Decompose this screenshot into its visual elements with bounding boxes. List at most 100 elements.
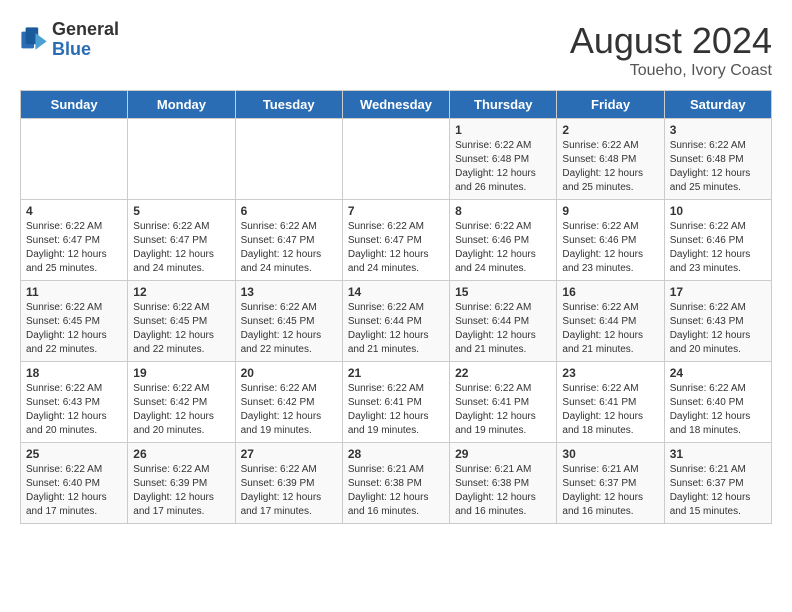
- day-header-tuesday: Tuesday: [235, 91, 342, 119]
- calendar-table: SundayMondayTuesdayWednesdayThursdayFrid…: [20, 90, 772, 524]
- calendar-cell: 9Sunrise: 6:22 AM Sunset: 6:46 PM Daylig…: [557, 200, 664, 281]
- calendar-cell: 26 Sunrise: 6:22 AM Sunset: 6:39 PM Dayli…: [128, 443, 235, 524]
- calendar-cell: 15 Sunrise: 6:22 AM Sunset: 6:44 PM Dayli…: [450, 281, 557, 362]
- day-info: Sunrise: 6:22 AM Sunset: 6:40 PM Dayligh…: [670, 382, 766, 438]
- day-info: Sunrise: 6:22 AM Sunset: 6:39 PM Dayligh…: [133, 463, 229, 519]
- day-header-thursday: Thursday: [450, 91, 557, 119]
- day-info: Sunrise: 6:22 AM Sunset: 6:44 PM Dayligh…: [562, 301, 658, 357]
- page-header: General Blue August 2024 Toueho, Ivory C…: [20, 20, 772, 80]
- day-number: 4: [26, 204, 122, 218]
- calendar-cell: [128, 119, 235, 200]
- day-number: 13: [241, 285, 337, 299]
- logo-icon: [20, 26, 48, 54]
- day-number: 18: [26, 366, 122, 380]
- day-number: 19: [133, 366, 229, 380]
- day-number: 15: [455, 285, 551, 299]
- day-number: 29: [455, 447, 551, 461]
- day-info: Sunrise: 6:22 AM Sunset: 6:41 PM Dayligh…: [348, 382, 444, 438]
- calendar-cell: 19 Sunrise: 6:22 AM Sunset: 6:42 PM Dayli…: [128, 362, 235, 443]
- day-number: 24: [670, 366, 766, 380]
- day-info: Sunrise: 6:22 AM Sunset: 6:45 PM Dayligh…: [241, 301, 337, 357]
- calendar-cell: 16 Sunrise: 6:22 AM Sunset: 6:44 PM Dayli…: [557, 281, 664, 362]
- day-number: 17: [670, 285, 766, 299]
- day-number: 31: [670, 447, 766, 461]
- calendar-cell: 13 Sunrise: 6:22 AM Sunset: 6:45 PM Dayli…: [235, 281, 342, 362]
- calendar-cell: 17 Sunrise: 6:22 AM Sunset: 6:43 PM Dayli…: [664, 281, 771, 362]
- day-info: Sunrise: 6:22 AM Sunset: 6:39 PM Dayligh…: [241, 463, 337, 519]
- day-info: Sunrise: 6:22 AM Sunset: 6:47 PM Dayligh…: [241, 220, 337, 276]
- calendar-cell: 10Sunrise: 6:22 AM Sunset: 6:46 PM Dayli…: [664, 200, 771, 281]
- day-info: Sunrise: 6:22 AM Sunset: 6:41 PM Dayligh…: [455, 382, 551, 438]
- day-number: 9: [562, 204, 658, 218]
- day-info: Sunrise: 6:21 AM Sunset: 6:38 PM Dayligh…: [455, 463, 551, 519]
- calendar-week-5: 25 Sunrise: 6:22 AM Sunset: 6:40 PM Dayli…: [21, 443, 772, 524]
- calendar-cell: 29 Sunrise: 6:21 AM Sunset: 6:38 PM Dayli…: [450, 443, 557, 524]
- day-info: Sunrise: 6:22 AM Sunset: 6:48 PM Dayligh…: [562, 139, 658, 195]
- day-number: 26: [133, 447, 229, 461]
- day-info: Sunrise: 6:22 AM Sunset: 6:48 PM Dayligh…: [670, 139, 766, 195]
- day-info: Sunrise: 6:22 AM Sunset: 6:43 PM Dayligh…: [26, 382, 122, 438]
- day-number: 12: [133, 285, 229, 299]
- day-number: 6: [241, 204, 337, 218]
- calendar-week-3: 11 Sunrise: 6:22 AM Sunset: 6:45 PM Dayli…: [21, 281, 772, 362]
- day-number: 27: [241, 447, 337, 461]
- calendar-cell: 23Sunrise: 6:22 AM Sunset: 6:41 PM Dayli…: [557, 362, 664, 443]
- day-number: 25: [26, 447, 122, 461]
- calendar-cell: 14 Sunrise: 6:22 AM Sunset: 6:44 PM Dayli…: [342, 281, 449, 362]
- day-number: 1: [455, 123, 551, 137]
- day-info: Sunrise: 6:21 AM Sunset: 6:37 PM Dayligh…: [562, 463, 658, 519]
- day-info: Sunrise: 6:22 AM Sunset: 6:43 PM Dayligh…: [670, 301, 766, 357]
- calendar-cell: 1 Sunrise: 6:22 AM Sunset: 6:48 PM Daylig…: [450, 119, 557, 200]
- header-row: SundayMondayTuesdayWednesdayThursdayFrid…: [21, 91, 772, 119]
- day-header-sunday: Sunday: [21, 91, 128, 119]
- day-info: Sunrise: 6:22 AM Sunset: 6:47 PM Dayligh…: [26, 220, 122, 276]
- calendar-week-1: 1 Sunrise: 6:22 AM Sunset: 6:48 PM Daylig…: [21, 119, 772, 200]
- calendar-cell: 5 Sunrise: 6:22 AM Sunset: 6:47 PM Daylig…: [128, 200, 235, 281]
- day-header-friday: Friday: [557, 91, 664, 119]
- logo-text: General Blue: [52, 20, 119, 60]
- calendar-cell: 12 Sunrise: 6:22 AM Sunset: 6:45 PM Dayli…: [128, 281, 235, 362]
- day-number: 21: [348, 366, 444, 380]
- day-info: Sunrise: 6:22 AM Sunset: 6:45 PM Dayligh…: [26, 301, 122, 357]
- calendar-cell: 30 Sunrise: 6:21 AM Sunset: 6:37 PM Dayli…: [557, 443, 664, 524]
- calendar-cell: [21, 119, 128, 200]
- day-number: 7: [348, 204, 444, 218]
- calendar-cell: 18 Sunrise: 6:22 AM Sunset: 6:43 PM Dayli…: [21, 362, 128, 443]
- day-number: 28: [348, 447, 444, 461]
- day-info: Sunrise: 6:22 AM Sunset: 6:44 PM Dayligh…: [348, 301, 444, 357]
- calendar-cell: 4 Sunrise: 6:22 AM Sunset: 6:47 PM Daylig…: [21, 200, 128, 281]
- calendar-cell: 7 Sunrise: 6:22 AM Sunset: 6:47 PM Daylig…: [342, 200, 449, 281]
- day-number: 14: [348, 285, 444, 299]
- day-info: Sunrise: 6:21 AM Sunset: 6:37 PM Dayligh…: [670, 463, 766, 519]
- day-number: 20: [241, 366, 337, 380]
- day-info: Sunrise: 6:22 AM Sunset: 6:42 PM Dayligh…: [133, 382, 229, 438]
- day-info: Sunrise: 6:22 AM Sunset: 6:47 PM Dayligh…: [133, 220, 229, 276]
- calendar-cell: 31 Sunrise: 6:21 AM Sunset: 6:37 PM Dayli…: [664, 443, 771, 524]
- day-header-monday: Monday: [128, 91, 235, 119]
- calendar-cell: 21 Sunrise: 6:22 AM Sunset: 6:41 PM Dayli…: [342, 362, 449, 443]
- day-number: 23: [562, 366, 658, 380]
- day-number: 11: [26, 285, 122, 299]
- day-number: 5: [133, 204, 229, 218]
- day-number: 30: [562, 447, 658, 461]
- day-info: Sunrise: 6:22 AM Sunset: 6:42 PM Dayligh…: [241, 382, 337, 438]
- day-info: Sunrise: 6:22 AM Sunset: 6:40 PM Dayligh…: [26, 463, 122, 519]
- day-number: 22: [455, 366, 551, 380]
- calendar-cell: 2Sunrise: 6:22 AM Sunset: 6:48 PM Daylig…: [557, 119, 664, 200]
- day-info: Sunrise: 6:22 AM Sunset: 6:45 PM Dayligh…: [133, 301, 229, 357]
- calendar-cell: 22 Sunrise: 6:22 AM Sunset: 6:41 PM Dayli…: [450, 362, 557, 443]
- day-info: Sunrise: 6:22 AM Sunset: 6:44 PM Dayligh…: [455, 301, 551, 357]
- calendar-cell: 8Sunrise: 6:22 AM Sunset: 6:46 PM Daylig…: [450, 200, 557, 281]
- calendar-cell: 11 Sunrise: 6:22 AM Sunset: 6:45 PM Dayli…: [21, 281, 128, 362]
- day-number: 3: [670, 123, 766, 137]
- day-header-saturday: Saturday: [664, 91, 771, 119]
- day-header-wednesday: Wednesday: [342, 91, 449, 119]
- day-info: Sunrise: 6:22 AM Sunset: 6:48 PM Dayligh…: [455, 139, 551, 195]
- calendar-cell: [342, 119, 449, 200]
- calendar-cell: 25 Sunrise: 6:22 AM Sunset: 6:40 PM Dayli…: [21, 443, 128, 524]
- day-info: Sunrise: 6:22 AM Sunset: 6:47 PM Dayligh…: [348, 220, 444, 276]
- day-info: Sunrise: 6:21 AM Sunset: 6:38 PM Dayligh…: [348, 463, 444, 519]
- calendar-cell: 3 Sunrise: 6:22 AM Sunset: 6:48 PM Daylig…: [664, 119, 771, 200]
- day-number: 16: [562, 285, 658, 299]
- month-year: August 2024: [570, 20, 772, 62]
